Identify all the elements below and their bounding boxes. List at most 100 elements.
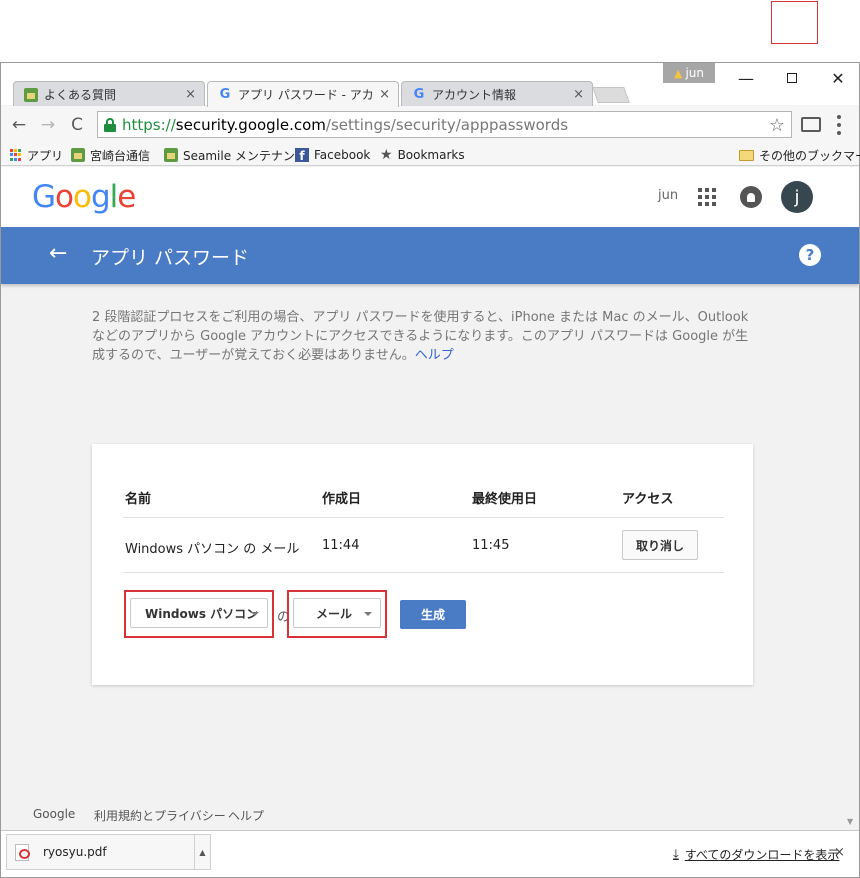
bookmark-label: Bookmarks [397, 148, 465, 162]
google-icon: G [413, 86, 425, 102]
browser-window: ▲ jun — ✕ よくある質問 × G アプリ パスワード - アカウント設定… [0, 62, 860, 878]
page-title: アプリ パスワード [91, 247, 250, 269]
highlight-box [771, 1, 818, 44]
column-header-last-used: 最終使用日 [472, 492, 538, 507]
column-header-name: 名前 [125, 492, 152, 507]
url-host: security.google.com [175, 115, 326, 134]
tab-title: よくある質問 [44, 88, 117, 102]
house-icon [24, 87, 38, 102]
download-menu-arrow[interactable]: ▲ [194, 835, 210, 869]
dropdown-caret-icon [251, 612, 259, 616]
footer-link-google[interactable]: Google [33, 807, 75, 821]
tab-close-icon[interactable]: × [379, 87, 390, 102]
device-select-value: Windows パソコン [145, 606, 259, 621]
bookmark-apps[interactable]: アプリ [10, 146, 63, 164]
notifications-bell-icon[interactable] [740, 186, 762, 208]
logo-letter: G [32, 179, 56, 215]
google-header: Google jun j [1, 167, 859, 227]
pdf-file-icon [15, 843, 30, 861]
help-link[interactable]: ヘルプ [415, 348, 454, 363]
address-bar[interactable]: https://security.google.com/settings/sec… [97, 111, 792, 138]
tab-account-info[interactable]: G アカウント情報 × [401, 81, 593, 107]
downloads-shelf: ryosyu.pdf ▲ ⤓ すべてのダウンロードを表示 × [1, 830, 859, 877]
back-arrow-icon[interactable]: ← [49, 241, 67, 266]
show-all-label: すべてのダウンロードを表示 [684, 848, 840, 862]
close-icon: ✕ [831, 68, 845, 88]
tab-close-icon[interactable]: × [185, 87, 196, 102]
row-name: Windows パソコン の メール [125, 542, 300, 557]
maximize-icon [787, 73, 797, 83]
bookmark-bookmarks[interactable]: ★ Bookmarks [380, 146, 465, 164]
logo-letter: g [90, 179, 111, 215]
browser-menu-icon[interactable] [837, 115, 841, 135]
folder-icon [739, 149, 754, 161]
revoke-button[interactable]: 取り消し [622, 530, 698, 560]
intro-text: 2 段階認証プロセスをご利用の場合、アプリ パスワードを使用すると、iPhone… [92, 308, 757, 365]
cast-icon[interactable] [801, 117, 821, 132]
show-all-downloads-link[interactable]: ⤓ すべてのダウンロードを表示 [673, 846, 839, 863]
title-bar: ▲ jun — ✕ よくある質問 × G アプリ パスワード - アカウント設定… [1, 63, 860, 107]
bookmark-other[interactable]: その他のブックマーク [739, 146, 860, 164]
help-icon[interactable]: ? [799, 244, 821, 266]
app-select[interactable]: メール [293, 598, 381, 628]
download-file-name: ryosyu.pdf [43, 845, 107, 859]
url-scheme: https:// [122, 115, 176, 134]
apps-grid-icon [10, 149, 22, 161]
logo-letter: o [73, 179, 92, 215]
tab-title: アカウント情報 [432, 88, 517, 102]
logo-letter: e [117, 179, 136, 215]
bookmark-label: Seamile メンテナンス [183, 148, 307, 163]
dropdown-caret-icon [364, 612, 372, 616]
row-last-used: 11:45 [472, 538, 510, 553]
profile-name: jun [685, 66, 704, 80]
bookmark-star-icon[interactable]: ☆ [769, 115, 785, 136]
highlight-box: Windows パソコン [124, 590, 274, 638]
column-header-access: アクセス [622, 492, 674, 507]
close-window-button[interactable]: ✕ [815, 65, 860, 91]
minimize-icon: — [738, 68, 754, 88]
footer-link-help[interactable]: ヘルプ [228, 807, 264, 824]
profile-badge[interactable]: ▲ jun [663, 63, 715, 83]
bookmark-facebook[interactable]: f Facebook [295, 146, 370, 164]
bookmark-label: 宮崎台通信 [90, 148, 151, 163]
header-user-name: jun [658, 188, 679, 203]
forward-button[interactable]: → [37, 115, 59, 135]
app-passwords-card: 名前 作成日 最終使用日 アクセス Windows パソコン の メール 11:… [92, 444, 753, 685]
divider [123, 572, 724, 573]
device-select[interactable]: Windows パソコン [130, 598, 268, 628]
divider [123, 517, 724, 518]
scroll-down-icon[interactable]: ▼ [847, 817, 857, 827]
footer-link-terms[interactable]: 利用規約とプライバシー [94, 807, 226, 824]
logo-letter: o [55, 179, 74, 215]
apps-launcher-icon[interactable] [698, 188, 716, 206]
tab-app-passwords[interactable]: G アプリ パスワード - アカウント設定 × [207, 81, 399, 107]
back-button[interactable]: ← [8, 115, 30, 135]
bookmark-label: その他のブックマーク [759, 148, 860, 163]
page-content: Google jun j ← アプリ パスワード ? 2 段階認証プロセスをご利… [1, 167, 859, 830]
new-tab-button[interactable] [592, 87, 630, 103]
bookmark-miyazakidai[interactable]: 宮崎台通信 [71, 146, 150, 164]
row-created: 11:44 [322, 538, 360, 553]
app-select-value: メール [316, 606, 353, 621]
page-footer: Google 利用規約とプライバシー ヘルプ [1, 805, 859, 827]
tab-close-icon[interactable]: × [573, 87, 584, 102]
app-bar: ← アプリ パスワード ? [1, 227, 859, 284]
google-logo[interactable]: Google [32, 179, 136, 215]
download-item[interactable]: ryosyu.pdf ▲ [6, 834, 211, 870]
bookmark-label: Facebook [314, 148, 371, 162]
lock-icon[interactable] [104, 117, 116, 132]
maximize-button[interactable] [769, 65, 815, 91]
star-icon: ★ [380, 147, 393, 163]
reload-button[interactable]: C [66, 115, 88, 135]
browser-toolbar: ← → C https://security.google.com/settin… [1, 106, 859, 144]
bookmark-seamile[interactable]: Seamile メンテナンス [164, 146, 307, 164]
avatar[interactable]: j [781, 181, 813, 213]
generate-button[interactable]: 生成 [400, 600, 466, 629]
column-header-created: 作成日 [322, 492, 362, 507]
bookmarks-bar: アプリ 宮崎台通信 Seamile メンテナンス f Facebook ★ Bo… [1, 144, 860, 166]
tab-faq[interactable]: よくある質問 × [13, 81, 205, 107]
close-downloads-icon[interactable]: × [834, 845, 845, 860]
minimize-button[interactable]: — [723, 65, 769, 91]
house-icon [164, 148, 178, 162]
url-path: /settings/security/apppasswords [325, 115, 569, 134]
